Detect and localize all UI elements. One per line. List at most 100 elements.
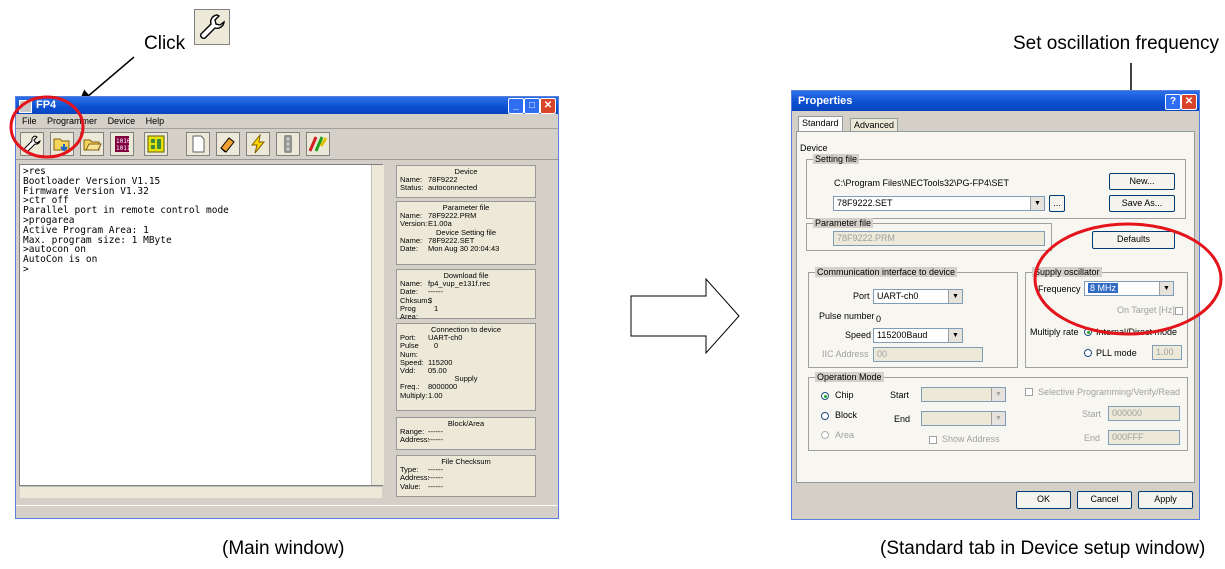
highlight-circle-toolbar xyxy=(9,95,85,159)
chevron-down-icon[interactable]: ▼ xyxy=(1030,197,1044,210)
tab-standard[interactable]: Standard xyxy=(798,116,843,131)
setting-file-label: Setting file xyxy=(813,154,860,164)
speed-select[interactable]: 115200Baud ▼ xyxy=(873,328,963,343)
console-line: > xyxy=(23,263,29,275)
parameter-file-label: Parameter file xyxy=(813,218,874,228)
blank-page-icon[interactable] xyxy=(186,132,210,156)
block-address: ------ xyxy=(428,435,443,445)
console-output[interactable]: >res Bootloader Version V1.15 Firmware Ver… xyxy=(19,164,383,486)
info-label: Date: xyxy=(400,244,418,254)
setting-file-date: Mon Aug 30 20:04:43 xyxy=(428,244,500,254)
supply-header: Supply xyxy=(454,374,478,384)
main-titlebar[interactable]: FP4 _ □ ✕ xyxy=(16,97,558,114)
menu-device[interactable]: Device xyxy=(108,116,136,126)
dialog-title: Properties xyxy=(798,95,853,107)
status-bar xyxy=(16,505,558,518)
connection-pulse: 0 xyxy=(434,341,439,351)
parameter-file-field: 78F9222.PRM xyxy=(833,231,1045,246)
port-label: Port xyxy=(853,291,870,301)
chevron-down-icon[interactable]: ▼ xyxy=(948,290,962,303)
minimize-icon[interactable]: _ xyxy=(508,98,524,114)
connection-multiply: 1.00 xyxy=(428,390,443,400)
block-radio[interactable] xyxy=(821,412,829,420)
browse-button[interactable]: ... xyxy=(1049,195,1065,212)
device-info: Device Name: 78F9222 Status: autoconnected xyxy=(396,165,536,198)
tab-advanced[interactable]: Advanced xyxy=(850,118,899,131)
block-range: ------ xyxy=(428,427,443,437)
iic-address-field: 00 xyxy=(873,347,983,362)
end-select[interactable]: ▼ xyxy=(921,411,1006,426)
parameter-file-info: Parameter file Name: 78F9222.PRM Version:… xyxy=(396,201,536,265)
pulse-number-label: Pulse number xyxy=(819,311,875,321)
erase-icon[interactable] xyxy=(216,132,240,156)
checksum-type: ------ xyxy=(428,465,443,475)
pll-value-field: 1.00 xyxy=(1152,345,1182,360)
info-label: Status: xyxy=(400,183,424,193)
info-label: Pulse Num: xyxy=(400,341,419,359)
maximize-icon[interactable]: □ xyxy=(524,98,540,114)
program-icon[interactable] xyxy=(246,132,270,156)
end-label: End xyxy=(894,414,911,424)
speed-value: 115200Baud xyxy=(877,330,928,340)
show-address-label: Show Address xyxy=(942,434,1000,444)
download-date: ------ xyxy=(428,287,443,297)
show-address-checkbox[interactable] xyxy=(929,436,937,444)
device-status: autoconnected xyxy=(428,183,478,193)
save-as-button[interactable]: Save As... xyxy=(1109,195,1175,212)
start-select[interactable]: ▼ xyxy=(921,387,1006,402)
close-icon[interactable]: ✕ xyxy=(1181,94,1197,110)
selective-end-field: 000FFF xyxy=(1108,430,1180,445)
menu-help[interactable]: Help xyxy=(146,116,165,126)
close-icon[interactable]: ✕ xyxy=(540,98,556,114)
pll-mode-radio[interactable] xyxy=(1084,349,1092,357)
area-radio[interactable] xyxy=(821,431,829,439)
info-panel: Device Name: 78F9222 Status: autoconnected… xyxy=(396,165,546,501)
dialog-titlebar[interactable]: Properties ? ✕ xyxy=(792,91,1199,111)
chip-layout-icon[interactable] xyxy=(144,132,168,156)
setting-file-value: 78F9222.SET xyxy=(837,198,893,208)
speed-label: Speed xyxy=(845,330,872,340)
info-label: Vdd: xyxy=(400,366,416,376)
info-label: Prog Area: xyxy=(400,303,418,322)
port-select[interactable]: UART-ch0 ▼ xyxy=(873,289,963,304)
checksum-value: ------ xyxy=(428,481,443,491)
help-icon[interactable]: ? xyxy=(1165,94,1181,110)
traffic-light-icon[interactable] xyxy=(276,132,300,156)
console-hscrollbar[interactable] xyxy=(20,486,382,498)
chevron-down-icon[interactable]: ▼ xyxy=(948,329,962,342)
svg-text:1011: 1011 xyxy=(116,145,131,152)
highlight-circle-frequency xyxy=(1033,222,1223,336)
pll-mode-label: PLL mode xyxy=(1096,348,1137,358)
svg-text:1010: 1010 xyxy=(116,138,131,145)
ok-button[interactable]: OK xyxy=(1016,491,1071,509)
apply-button[interactable]: Apply xyxy=(1138,491,1193,509)
connection-vdd: 05.00 xyxy=(428,366,447,376)
chevron-down-icon[interactable]: ▼ xyxy=(991,388,1005,401)
selective-checkbox[interactable] xyxy=(1025,388,1033,396)
chevron-down-icon[interactable]: ▼ xyxy=(991,412,1005,425)
connection-info: Connection to device Port: UART-ch0 Pulse… xyxy=(396,323,536,411)
setting-file-select[interactable]: 78F9222.SET ▼ xyxy=(833,196,1045,211)
selective-start-label: Start xyxy=(1082,409,1102,419)
chip-radio[interactable] xyxy=(821,392,829,400)
download-progarea: 1 xyxy=(434,303,439,313)
iic-address-label: IIC Address xyxy=(822,349,869,359)
chip-label: Chip xyxy=(835,390,854,400)
connection-freq: 8000000 xyxy=(428,382,458,392)
start-label: Start xyxy=(890,390,910,400)
connection-port: UART-ch0 xyxy=(428,333,463,343)
main-window: FP4 _ □ ✕ File Programmer Device Help 10… xyxy=(15,96,559,519)
info-label: Multiply: xyxy=(400,390,428,400)
selective-label: Selective Programming/Verify/Read xyxy=(1038,387,1181,397)
checksum-header: File Checksum xyxy=(441,457,491,466)
binary-1010-icon[interactable]: 1010 1011 xyxy=(110,132,134,156)
checksum-address: ------ xyxy=(428,473,443,483)
operation-mode-title: Operation Mode xyxy=(815,372,884,382)
communication-group-title: Communication interface to device xyxy=(815,267,958,277)
device-group-title: Device xyxy=(800,143,828,153)
new-button[interactable]: New... xyxy=(1109,173,1175,190)
console-line: Firmware Version V1.32 xyxy=(23,185,149,197)
autoprocedure-icon[interactable] xyxy=(306,132,330,156)
console-scrollbar[interactable] xyxy=(371,165,384,485)
cancel-button[interactable]: Cancel xyxy=(1077,491,1132,509)
